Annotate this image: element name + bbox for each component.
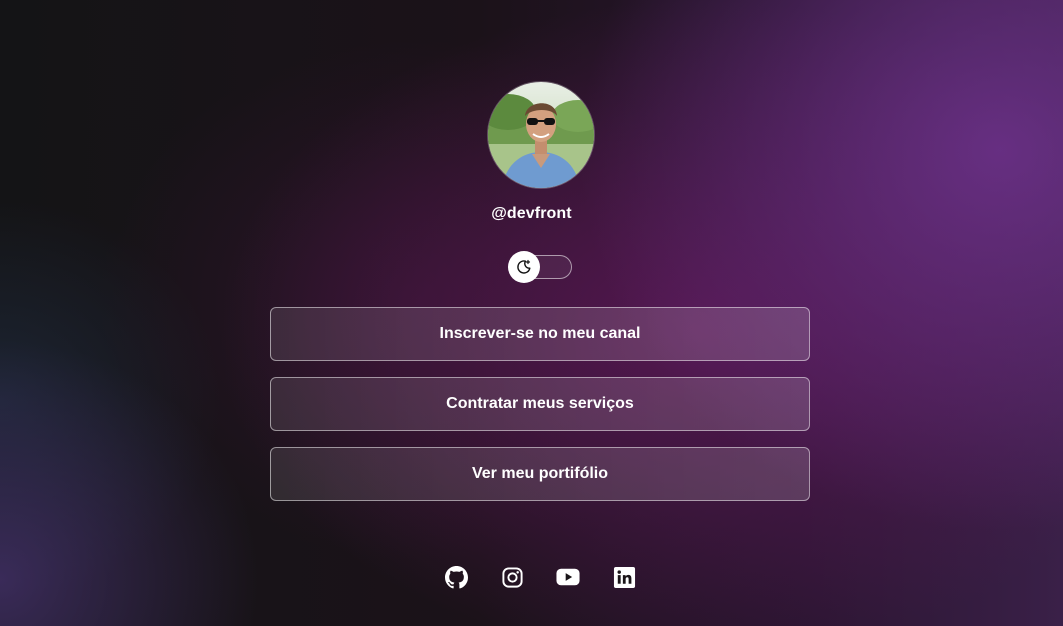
avatar: [488, 82, 594, 188]
youtube-icon: [556, 568, 580, 586]
username: @devfront: [491, 205, 572, 222]
linkedin-link[interactable]: [612, 565, 636, 589]
social-links: [444, 565, 636, 589]
hire-services-button[interactable]: Contratar meus serviços: [270, 377, 810, 431]
link-list: Inscrever-se no meu canal Contratar meus…: [270, 307, 810, 517]
moon-icon: [517, 259, 531, 274]
avatar-photo: [488, 82, 594, 188]
toggle-knob[interactable]: [508, 251, 540, 283]
github-link[interactable]: [444, 565, 468, 589]
linkedin-icon: [613, 566, 635, 588]
portfolio-button[interactable]: Ver meu portifólio: [270, 447, 810, 501]
instagram-icon: [501, 566, 523, 588]
subscribe-channel-button[interactable]: Inscrever-se no meu canal: [270, 307, 810, 361]
youtube-link[interactable]: [556, 565, 580, 589]
theme-toggle[interactable]: [508, 251, 572, 283]
instagram-link[interactable]: [500, 565, 524, 589]
github-icon: [444, 565, 468, 588]
